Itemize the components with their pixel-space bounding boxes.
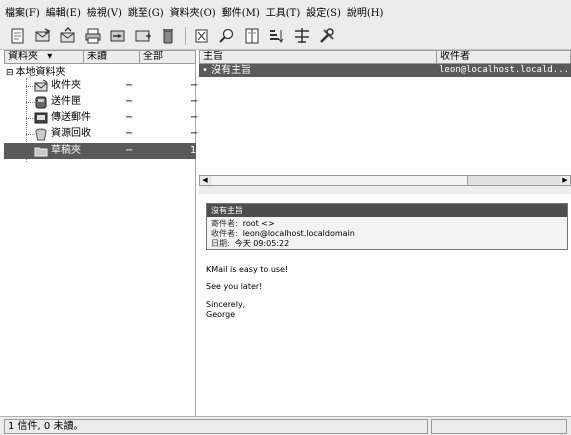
- folder-unread-count: −: [125, 112, 134, 123]
- folder-unread-count: −: [125, 145, 134, 156]
- menu-bar: 檔案(F) 編輯(E) 檢視(V) 跳至(G) 資料夾(O) 郵件(M) 工具(…: [0, 0, 571, 22]
- folder-unread-count: −: [125, 80, 134, 91]
- folder-total-count: −: [190, 96, 199, 107]
- message-list: 主旨 收件者 • 沒有主旨 leon@localhost.locald...: [199, 50, 571, 186]
- date-label: 日期:: [211, 239, 230, 248]
- folder-name: 資源回收: [51, 128, 91, 139]
- to-value[interactable]: leon@localhost.localdomain: [243, 229, 355, 238]
- menu-folder[interactable]: 資料夾(O): [170, 4, 216, 19]
- scroll-right-icon[interactable]: ▶: [560, 176, 570, 185]
- message-subject-text: 沒有主旨: [211, 65, 252, 76]
- total-column-header[interactable]: 全部: [140, 50, 196, 64]
- sort-icon[interactable]: [267, 26, 287, 46]
- menu-go[interactable]: 跳至(G): [128, 4, 164, 19]
- folder-name: 傳送郵件: [51, 112, 91, 123]
- drafts-folder-icon: [34, 147, 48, 157]
- reply-icon[interactable]: [33, 26, 53, 46]
- trash-folder-icon: [35, 128, 47, 141]
- folder-column-header[interactable]: 資料夾 ▾: [4, 50, 84, 64]
- message-reader: 沒有主旨 寄件者: root <> 收件者: leon@localhost.loca…: [199, 194, 571, 416]
- scroll-left-icon[interactable]: ◀: [200, 176, 210, 185]
- body-line: See you later!: [206, 282, 263, 291]
- menu-edit[interactable]: 編輯(E): [46, 4, 81, 19]
- folder-total-count: −: [190, 128, 199, 139]
- status-secondary: [431, 419, 567, 434]
- scrollbar-thumb[interactable]: [211, 176, 468, 185]
- find-icon[interactable]: [217, 26, 237, 46]
- new-mail-icon[interactable]: [192, 26, 212, 46]
- folder-item-drafts[interactable]: 草稿夾 − 1: [4, 143, 196, 159]
- menu-tools[interactable]: 工具(T): [266, 4, 300, 19]
- sent-mail-icon: [34, 112, 48, 124]
- folder-name: 送件匣: [51, 96, 81, 107]
- bullet: •: [202, 65, 208, 76]
- from-value[interactable]: root <>: [243, 219, 275, 228]
- save-icon[interactable]: [133, 26, 153, 46]
- chevron-down-icon: ▾: [47, 51, 53, 62]
- menu-help[interactable]: 說明(H): [347, 4, 384, 19]
- folder-name: 草稿夾: [51, 145, 81, 156]
- body-line: KMail is easy to use!: [206, 265, 289, 274]
- message-subject: • 沒有主旨: [202, 64, 251, 77]
- unread-column-header[interactable]: 未讀: [84, 50, 140, 64]
- subject-column-header[interactable]: 主旨: [199, 50, 437, 64]
- folder-total-count: −: [190, 80, 199, 91]
- folder-total-count: −: [190, 112, 199, 123]
- folder-item-outbox[interactable]: 送件匣 − −: [4, 94, 199, 110]
- date-value: 今天 09:05:22: [234, 239, 290, 248]
- folder-item-sent[interactable]: 傳送郵件 − −: [4, 110, 199, 126]
- message-header-title: 沒有主旨: [207, 204, 567, 217]
- folder-header-label: 資料夾: [8, 51, 38, 62]
- print-icon[interactable]: [83, 26, 103, 46]
- menu-view[interactable]: 檢視(V): [87, 4, 122, 19]
- reply-all-icon[interactable]: [58, 26, 78, 46]
- from-line: 寄件者: root <>: [207, 219, 567, 229]
- message-row[interactable]: • 沒有主旨 leon@localhost.locald...: [199, 64, 571, 77]
- body-line: George: [206, 310, 236, 319]
- pane-splitter[interactable]: [199, 186, 571, 194]
- message-header-box: 沒有主旨 寄件者: root <> 收件者: leon@localhost.loca…: [206, 203, 568, 250]
- menu-settings[interactable]: 設定(S): [306, 4, 341, 19]
- toolbar: [0, 22, 571, 50]
- recipient-column-header[interactable]: 收件者: [437, 50, 571, 64]
- folder-pane: 資料夾 ▾ 未讀 全部 ⊟ 本地資料夾 收件夾 − − 送件匣 − − 傳送郵件: [4, 50, 199, 416]
- menu-file[interactable]: 檔案(F): [5, 4, 40, 19]
- date-line: 日期: 今天 09:05:22: [207, 239, 567, 249]
- folder-unread-count: −: [125, 128, 134, 139]
- address-book-icon[interactable]: [242, 26, 262, 46]
- to-line: 收件者: leon@localhost.localdomain: [207, 229, 567, 239]
- new-message-icon[interactable]: [8, 26, 28, 46]
- to-label: 收件者:: [211, 229, 238, 238]
- filter-icon[interactable]: [292, 26, 312, 46]
- outbox-icon: [35, 96, 47, 109]
- folder-item-inbox[interactable]: 收件夾 − −: [4, 78, 199, 94]
- toolbar-separator: [185, 26, 186, 45]
- horizontal-scrollbar[interactable]: ◀ ▶: [199, 175, 571, 186]
- tools-icon[interactable]: [317, 26, 337, 46]
- folder-total-count: 1: [190, 145, 197, 156]
- folder-unread-count: −: [125, 96, 134, 107]
- folder-item-trash[interactable]: 資源回收 − −: [4, 126, 199, 142]
- trash-icon[interactable]: [158, 26, 178, 46]
- menu-message[interactable]: 郵件(M): [222, 4, 260, 19]
- body-line: Sincerely,: [206, 300, 246, 309]
- folder-name: 收件夾: [51, 80, 81, 91]
- forward-icon[interactable]: [108, 26, 128, 46]
- inbox-icon: [34, 79, 48, 92]
- from-label: 寄件者:: [211, 219, 238, 228]
- status-text: 1 信件, 0 未讀。: [4, 419, 428, 434]
- status-bar: 1 信件, 0 未讀。: [0, 416, 571, 435]
- message-recipient: leon@localhost.locald...: [439, 65, 570, 75]
